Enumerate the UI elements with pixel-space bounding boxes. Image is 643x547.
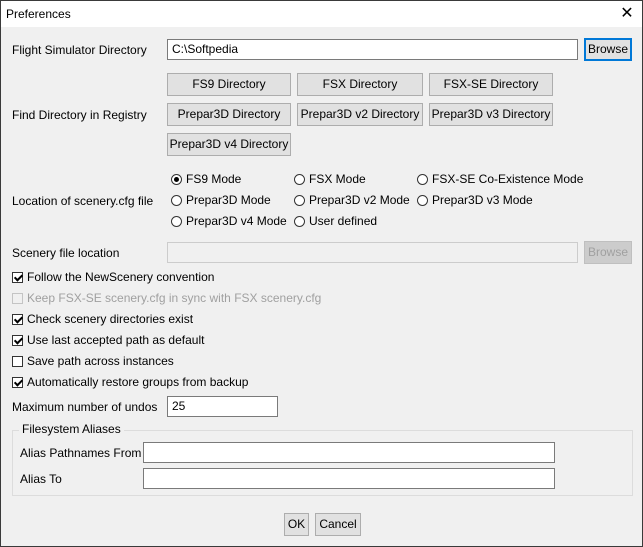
radio-indicator <box>171 216 182 227</box>
checkbox-indicator <box>12 272 23 283</box>
radio-indicator <box>294 174 305 185</box>
checkbox-label: Use last accepted path as default <box>27 333 205 347</box>
alias-from-label: Alias Pathnames From <box>20 446 142 460</box>
checkbox-save-path[interactable]: Save path across instances <box>12 354 174 370</box>
radio-label: FSX Mode <box>309 172 366 186</box>
prepar3d-v3-directory-button[interactable]: Prepar3D v3 Directory <box>429 103 553 126</box>
radio-indicator <box>171 195 182 206</box>
checkbox-indicator <box>12 377 23 388</box>
radio-prepar3d-v2-mode[interactable]: Prepar3D v2 Mode <box>294 193 410 209</box>
radio-fs9-mode[interactable]: FS9 Mode <box>171 172 241 188</box>
radio-fsx-mode[interactable]: FSX Mode <box>294 172 366 188</box>
close-icon[interactable]: ✕ <box>612 1 642 27</box>
scenery-file-label: Scenery file location <box>12 246 120 260</box>
checkbox-use-last-path[interactable]: Use last accepted path as default <box>12 333 204 349</box>
checkbox-indicator <box>12 293 23 304</box>
radio-label: Prepar3D Mode <box>186 193 271 207</box>
preferences-dialog: Preferences ✕ Flight Simulator Directory… <box>0 0 643 547</box>
checkbox-indicator <box>12 335 23 346</box>
radio-label: FS9 Mode <box>186 172 242 186</box>
checkbox-indicator <box>12 314 23 325</box>
scenery-file-input[interactable] <box>167 242 578 263</box>
radio-fsx-se-mode[interactable]: FSX-SE Co-Existence Mode <box>417 172 583 188</box>
radio-prepar3d-v4-mode[interactable]: Prepar3D v4 Mode <box>171 214 287 230</box>
fsx-se-directory-button[interactable]: FSX-SE Directory <box>429 73 553 96</box>
radio-label: Prepar3D v3 Mode <box>432 193 533 207</box>
checkbox-follow-newscenery[interactable]: Follow the NewScenery convention <box>12 270 214 286</box>
radio-indicator <box>294 216 305 227</box>
radio-indicator <box>171 174 182 185</box>
radio-label: FSX-SE Co-Existence Mode <box>432 172 584 186</box>
radio-label: User defined <box>309 214 378 228</box>
prepar3d-v2-directory-button[interactable]: Prepar3D v2 Directory <box>297 103 423 126</box>
registry-label: Find Directory in Registry <box>12 108 147 122</box>
fsx-directory-button[interactable]: FSX Directory <box>297 73 423 96</box>
radio-label: Prepar3D v2 Mode <box>309 193 410 207</box>
ok-button[interactable]: OK <box>284 513 309 536</box>
filesystem-aliases-title: Filesystem Aliases <box>19 422 124 436</box>
checkbox-indicator <box>12 356 23 367</box>
prepar3d-directory-button[interactable]: Prepar3D Directory <box>167 103 291 126</box>
checkbox-restore-groups[interactable]: Automatically restore groups from backup <box>12 375 248 391</box>
fs9-directory-button[interactable]: FS9 Directory <box>167 73 291 96</box>
window-title: Preferences <box>6 7 71 21</box>
checkbox-label: Follow the NewScenery convention <box>27 270 215 284</box>
radio-user-defined[interactable]: User defined <box>294 214 377 230</box>
cancel-button[interactable]: Cancel <box>315 513 361 536</box>
radio-indicator <box>417 174 428 185</box>
checkbox-check-scenery-dirs[interactable]: Check scenery directories exist <box>12 312 193 328</box>
prepar3d-v4-directory-button[interactable]: Prepar3D v4 Directory <box>167 133 291 156</box>
alias-to-input[interactable] <box>143 468 555 489</box>
checkbox-keep-fsx-se-sync[interactable]: Keep FSX-SE scenery.cfg in sync with FSX… <box>12 291 321 307</box>
checkbox-label: Save path across instances <box>27 354 174 368</box>
undos-label: Maximum number of undos <box>12 400 158 414</box>
radio-label: Prepar3D v4 Mode <box>186 214 287 228</box>
checkbox-label: Check scenery directories exist <box>27 312 194 326</box>
scenery-file-browse-button[interactable]: Browse <box>584 241 632 264</box>
scenery-cfg-label: Location of scenery.cfg file <box>12 194 154 208</box>
radio-prepar3d-mode[interactable]: Prepar3D Mode <box>171 193 271 209</box>
flight-sim-dir-label: Flight Simulator Directory <box>12 43 147 57</box>
checkbox-label: Keep FSX-SE scenery.cfg in sync with FSX… <box>27 291 322 305</box>
radio-indicator <box>417 195 428 206</box>
title-bar: Preferences ✕ <box>1 1 642 27</box>
flight-sim-browse-button[interactable]: Browse <box>584 38 632 61</box>
checkbox-label: Automatically restore groups from backup <box>27 375 249 389</box>
alias-to-label: Alias To <box>20 472 62 486</box>
alias-from-input[interactable] <box>143 442 555 463</box>
flight-sim-dir-input[interactable]: C:\Softpedia <box>167 39 578 60</box>
radio-indicator <box>294 195 305 206</box>
undos-input[interactable]: 25 <box>167 396 278 417</box>
radio-prepar3d-v3-mode[interactable]: Prepar3D v3 Mode <box>417 193 533 209</box>
